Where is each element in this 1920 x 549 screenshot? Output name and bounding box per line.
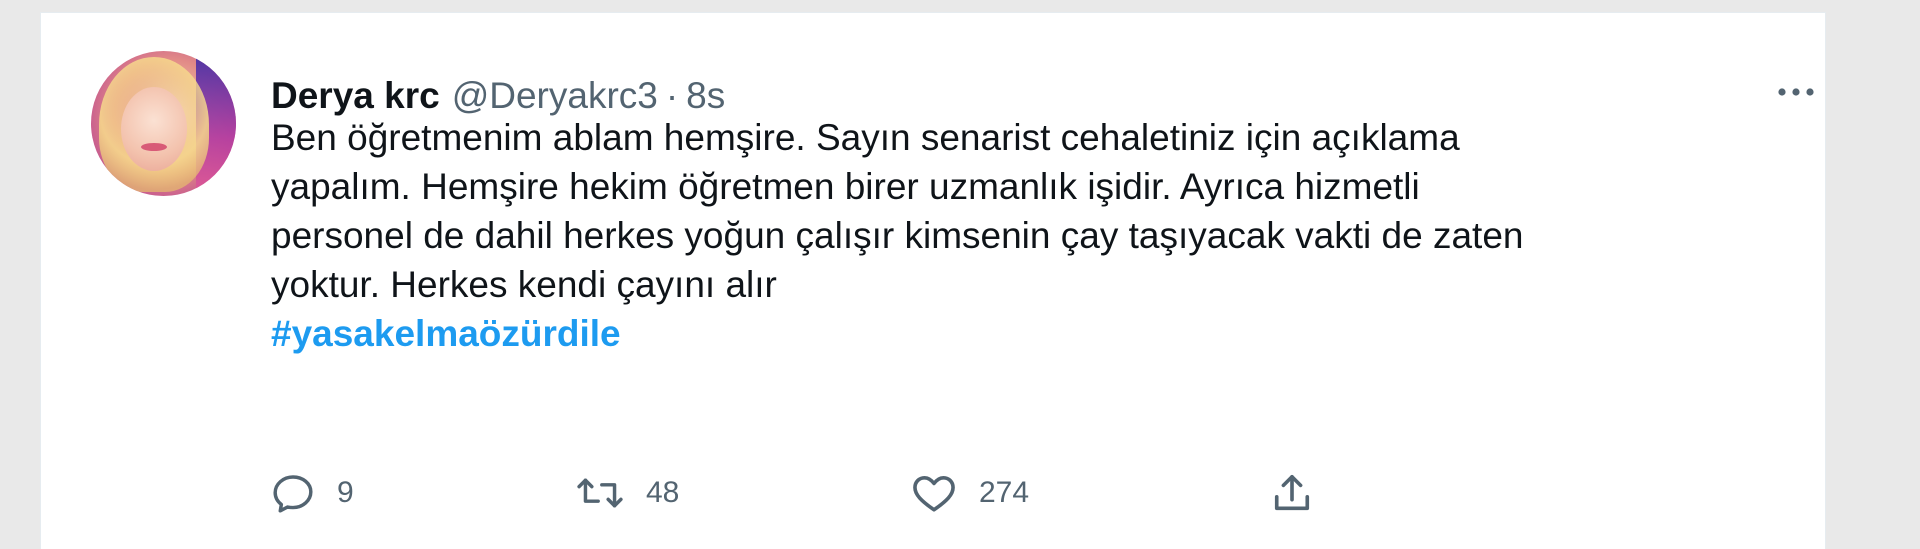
retweet-count: 48: [646, 476, 680, 509]
share-button[interactable]: [1271, 468, 1313, 518]
hashtag-link[interactable]: #yasakelmaözürdile: [271, 313, 621, 354]
retweet-icon: [577, 478, 623, 508]
author-display-name[interactable]: Derya krc: [271, 75, 440, 117]
reply-button[interactable]: 9: [271, 468, 354, 518]
like-count: 274: [979, 476, 1030, 509]
more-dots-icon: [1778, 88, 1814, 96]
page: Derya krc @Deryakrc3 · 8s Ben öğretmenim…: [0, 0, 1920, 549]
heart-icon: [913, 475, 955, 512]
tweet-text-line: Ben öğretmenim ablam hemşire. Sayın sena…: [271, 117, 1460, 158]
tweet-text-line: personel de dahil herkes yoğun çalışır k…: [271, 215, 1524, 256]
avatar-lips: [141, 143, 167, 151]
author-handle[interactable]: @Deryakrc3: [452, 75, 658, 117]
tweet-actions: 9 48 274: [271, 468, 1571, 518]
retweet-button[interactable]: 48: [576, 468, 679, 518]
share-icon: [1274, 474, 1310, 511]
tweet-header: Derya krc @Deryakrc3 · 8s: [271, 75, 725, 117]
avatar-face: [121, 87, 187, 171]
header-separator: ·: [665, 75, 679, 116]
reply-icon: [273, 475, 313, 513]
tweet-timestamp[interactable]: 8s: [686, 75, 725, 117]
tweet-text-line: yapalım. Hemşire hekim öğretmen birer uz…: [271, 166, 1420, 207]
avatar[interactable]: [91, 51, 236, 196]
tweet-text-line: yoktur. Herkes kendi çayını alır: [271, 264, 777, 305]
tweet-body: Ben öğretmenim ablam hemşire. Sayın sena…: [271, 113, 1811, 358]
like-button[interactable]: 274: [911, 468, 1029, 518]
reply-count: 9: [337, 476, 354, 509]
tweet-card[interactable]: Derya krc @Deryakrc3 · 8s Ben öğretmenim…: [40, 12, 1826, 549]
more-options-button[interactable]: [1771, 77, 1821, 107]
